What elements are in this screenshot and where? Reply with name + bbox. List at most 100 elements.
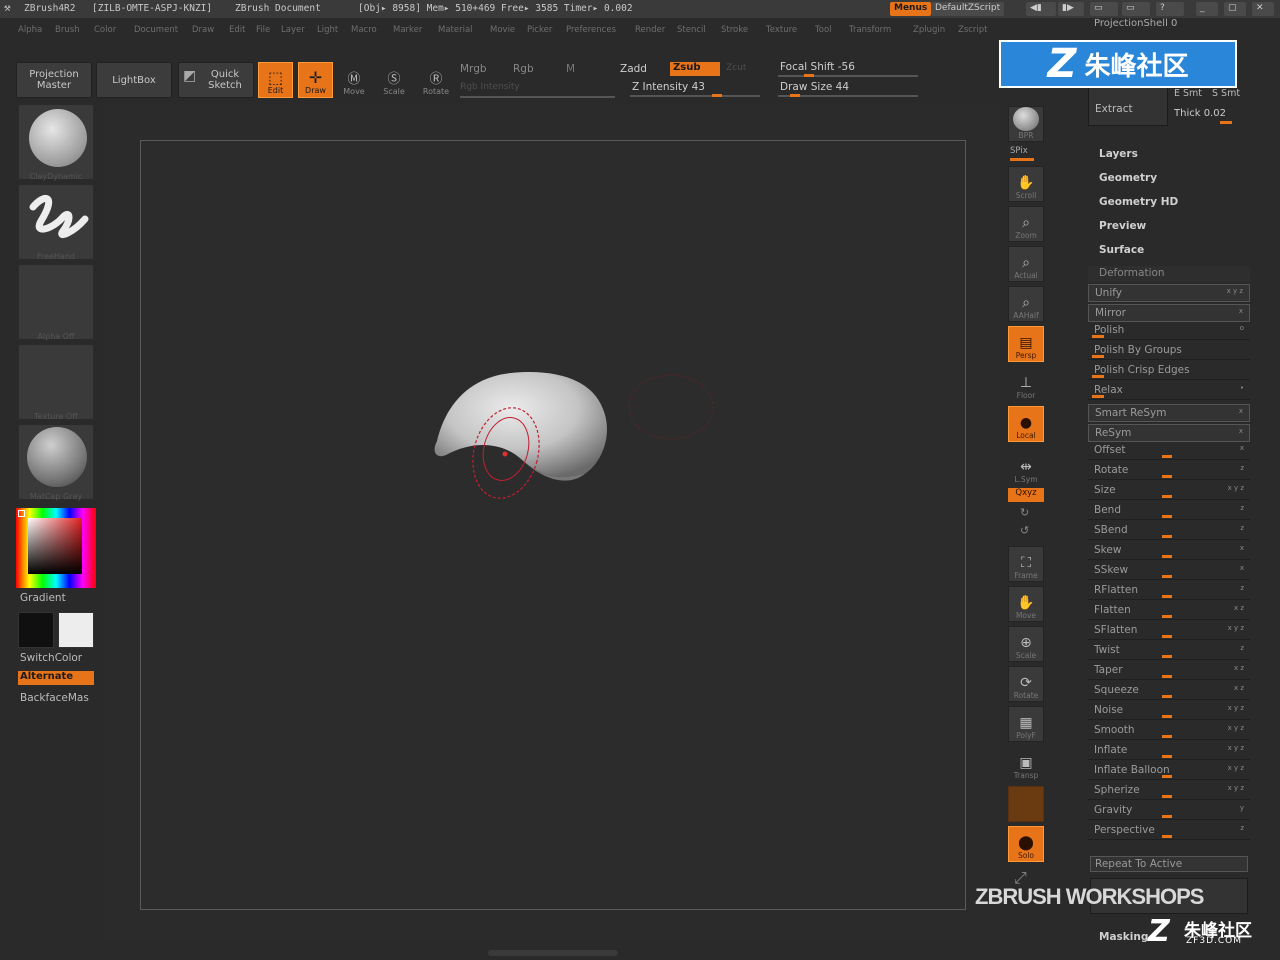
edit-button[interactable]: ⬚ Edit [258, 62, 293, 98]
draw-size-slider[interactable]: Draw Size 44 [780, 81, 849, 93]
mrgb-button[interactable]: Mrgb [460, 63, 487, 75]
axis-toggles[interactable]: z [1240, 644, 1244, 652]
move-view-button[interactable]: ✋ Move [1008, 586, 1044, 622]
axis-toggles[interactable]: x y z [1228, 764, 1244, 772]
menu-brush[interactable]: Brush [55, 25, 80, 35]
bpr-button[interactable]: BPR [1008, 106, 1044, 142]
sculpt-mesh[interactable] [434, 372, 607, 477]
scale-view-button[interactable]: ⊕ Scale [1008, 626, 1044, 662]
alternate-button[interactable]: Alternate [18, 671, 94, 685]
menu-picker[interactable]: Picker [527, 25, 552, 35]
axis-toggles[interactable]: • [1240, 384, 1244, 392]
deform-polish[interactable]: Polish o [1088, 322, 1250, 340]
geometry-section[interactable]: Geometry [1099, 172, 1157, 184]
zsub-button[interactable]: Zsub [670, 62, 720, 76]
masking-section[interactable]: Masking [1099, 931, 1148, 943]
help-icon[interactable]: ? [1156, 2, 1184, 16]
maximize-icon[interactable]: ▢ [1224, 2, 1246, 16]
deform-smooth[interactable]: Smooth x y z [1088, 722, 1250, 740]
repeat-to-active-button[interactable]: Repeat To Active [1090, 856, 1248, 872]
deform-slider-knob[interactable] [1162, 755, 1172, 758]
deform-noise[interactable]: Noise x y z [1088, 702, 1250, 720]
s-smt-toggle[interactable]: S Smt [1212, 88, 1240, 99]
primary-color-swatch[interactable] [18, 612, 54, 648]
draw-size-knob[interactable] [790, 94, 800, 97]
zoom-button[interactable]: ⌕ Zoom [1008, 206, 1044, 242]
projection-master-button[interactable]: Projection Master [16, 62, 92, 98]
deform-sbend[interactable]: SBend z [1088, 522, 1250, 540]
menu-alpha[interactable]: Alpha [18, 25, 42, 35]
transp-button[interactable]: ▣ Transp [1008, 746, 1044, 782]
deform-twist[interactable]: Twist z [1088, 642, 1250, 660]
deform-slider-knob[interactable] [1162, 455, 1172, 458]
menu-draw[interactable]: Draw [192, 25, 214, 35]
polyf-button[interactable]: ▦ PolyF [1008, 706, 1044, 742]
menu-file[interactable]: File [256, 25, 270, 35]
z-intensity-slider[interactable]: Z Intensity 43 [632, 81, 705, 93]
menu-material[interactable]: Material [438, 25, 473, 35]
deform-squeeze[interactable]: Squeeze x z [1088, 682, 1250, 700]
axis-toggles[interactable]: x y z [1228, 624, 1244, 632]
axis-toggles[interactable]: x y z [1228, 744, 1244, 752]
axis-toggles[interactable]: x [1239, 407, 1243, 415]
menu-stencil[interactable]: Stencil [677, 25, 706, 35]
axis-toggles[interactable]: x [1240, 444, 1244, 452]
lightbox-button[interactable]: LightBox [96, 62, 172, 98]
tray-right-icon[interactable]: ▮▶ [1058, 2, 1084, 16]
frame-button[interactable]: ⛶ Frame [1008, 546, 1044, 582]
canvas-scroll-handle[interactable] [488, 950, 618, 956]
actual-button[interactable]: ⌕ Actual [1008, 246, 1044, 282]
spix-slider[interactable]: SPix [1010, 146, 1028, 156]
zcut-button[interactable]: Zcut [726, 63, 746, 73]
deform-slider-knob[interactable] [1092, 395, 1104, 398]
menu-stroke[interactable]: Stroke [721, 25, 748, 35]
geometry-hd-section[interactable]: Geometry HD [1099, 196, 1178, 208]
aahalf-button[interactable]: ⌕ AAHalf [1008, 286, 1044, 322]
floor-button[interactable]: ⊥ Floor [1008, 366, 1044, 402]
document-canvas[interactable] [140, 140, 966, 910]
deform-slider-knob[interactable] [1162, 735, 1172, 738]
deform-slider-knob[interactable] [1162, 655, 1172, 658]
default-zscript-button[interactable]: DefaultZScript [931, 2, 1005, 16]
axis-toggles[interactable]: x z [1234, 604, 1244, 612]
menu-render[interactable]: Render [635, 25, 665, 35]
deform-slider-knob[interactable] [1162, 615, 1172, 618]
deform-slider-knob[interactable] [1162, 495, 1172, 498]
brush-thumbnail[interactable]: ClayDynamic [18, 104, 94, 181]
gradient-label[interactable]: Gradient [20, 592, 66, 604]
focal-shift-knob[interactable] [804, 74, 814, 77]
menu-color[interactable]: Color [94, 25, 116, 35]
axis-toggles[interactable]: z [1240, 524, 1244, 532]
m-button[interactable]: M [566, 63, 575, 75]
tray-left-icon[interactable]: ◀▮ [1026, 2, 1056, 16]
move-button[interactable]: Ⓜ Move [340, 64, 368, 96]
deform-taper[interactable]: Taper x z [1088, 662, 1250, 680]
menu-zscript[interactable]: Zscript [958, 25, 988, 35]
axis-toggles[interactable]: x [1239, 307, 1243, 315]
secondary-color-swatch[interactable] [58, 612, 94, 648]
menu-layer[interactable]: Layer [281, 25, 305, 35]
quick-sketch-button[interactable]: ◩ Quick Sketch [178, 62, 254, 98]
deform-slider-knob[interactable] [1162, 715, 1172, 718]
axis-toggles[interactable]: x [1240, 564, 1244, 572]
switchcolor-button[interactable]: SwitchColor [20, 652, 82, 664]
color-picker-square[interactable] [28, 518, 82, 574]
deform-slider-knob[interactable] [1162, 835, 1172, 838]
axis-toggles[interactable]: x y z [1228, 484, 1244, 492]
menu-zplugin[interactable]: Zplugin [913, 25, 945, 35]
deform-slider-knob[interactable] [1092, 375, 1104, 378]
deform-slider-knob[interactable] [1162, 475, 1172, 478]
deform-slider-knob[interactable] [1162, 575, 1172, 578]
thick-knob[interactable] [1220, 121, 1232, 124]
axis-toggles[interactable]: x [1240, 544, 1244, 552]
rgb-intensity-track[interactable] [460, 96, 615, 98]
deform-skew[interactable]: Skew x [1088, 542, 1250, 560]
spix-knob[interactable] [1010, 158, 1034, 161]
deform-polish-crisp-edges[interactable]: Polish Crisp Edges [1088, 362, 1250, 380]
texture-thumbnail[interactable]: Texture Off [18, 344, 94, 421]
rgb-intensity-slider[interactable]: Rgb Intensity [460, 82, 520, 92]
surface-section[interactable]: Surface [1099, 244, 1144, 256]
deform-gravity[interactable]: Gravity y [1088, 802, 1250, 820]
sculpt-viewport[interactable] [141, 141, 967, 911]
axis-toggles[interactable]: y [1240, 804, 1244, 812]
